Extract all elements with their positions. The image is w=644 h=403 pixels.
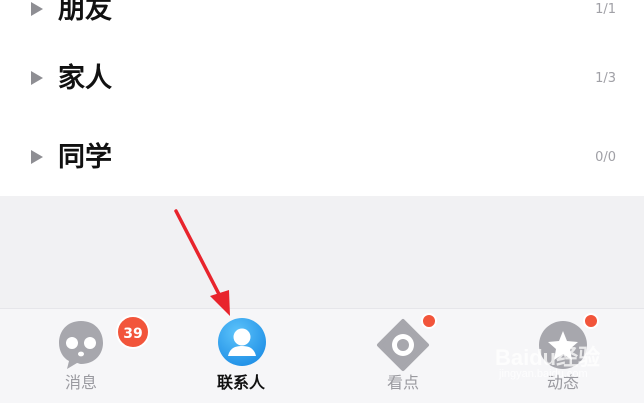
contact-person-icon xyxy=(218,318,266,366)
tab-label: 动态 xyxy=(546,373,579,392)
message-bubble-icon xyxy=(59,321,103,369)
tab-moments[interactable]: 动态 xyxy=(503,309,623,403)
new-content-dot xyxy=(583,313,599,329)
tab-contacts[interactable]: 联系人 xyxy=(181,309,301,403)
tab-label: 看点 xyxy=(386,373,419,392)
star-feed-icon xyxy=(539,321,587,369)
empty-list-area xyxy=(0,196,644,308)
tab-watch[interactable]: 看点 xyxy=(343,309,463,403)
expand-triangle-icon xyxy=(31,2,43,16)
bottom-tab-bar: 39 消息 联系人 看点 动态 xyxy=(0,308,644,403)
group-row-classmates[interactable]: 同学 0/0 xyxy=(0,127,644,187)
expand-triangle-icon xyxy=(31,150,43,164)
group-count: 1/3 xyxy=(595,71,616,86)
group-name: 家人 xyxy=(58,63,112,94)
group-count: 1/1 xyxy=(595,2,616,17)
tab-label: 联系人 xyxy=(216,373,265,392)
unread-count-badge: 39 xyxy=(116,315,150,349)
group-row-friends[interactable]: 朋友 1/1 xyxy=(0,0,644,38)
group-name: 朋友 xyxy=(58,0,112,25)
expand-triangle-icon xyxy=(31,71,43,85)
contact-group-list: 朋友 1/1 家人 1/3 同学 0/0 xyxy=(0,0,644,196)
tab-label: 消息 xyxy=(64,373,97,392)
tab-messages[interactable]: 39 消息 xyxy=(21,309,150,403)
group-count: 0/0 xyxy=(595,150,616,165)
new-content-dot xyxy=(421,313,437,329)
group-name: 同学 xyxy=(58,142,112,173)
group-row-family[interactable]: 家人 1/3 xyxy=(0,48,644,108)
